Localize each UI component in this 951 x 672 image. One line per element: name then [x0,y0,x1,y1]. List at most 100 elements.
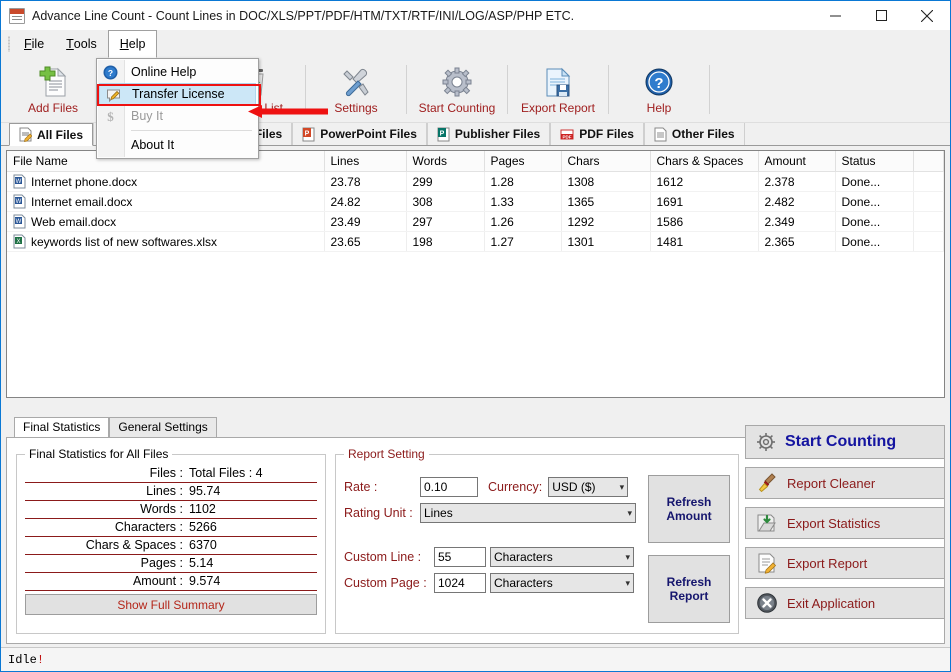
file-tab-powerpoint-files[interactable]: P PowerPoint Files [292,123,427,145]
cell-file-name: W Web email.docx [7,211,325,232]
help-circle-icon: ? [102,64,118,80]
column-header-lines[interactable]: Lines [324,151,407,172]
application-window: Advance Line Count - Count Lines in DOC/… [0,0,951,672]
column-header-chars-spaces[interactable]: Chars & Spaces [650,151,759,172]
cell-pages: 1.26 [484,211,562,232]
chevron-down-icon: ▾ [619,481,625,492]
cell-chars: 1301 [561,231,651,252]
cell-chars: 1292 [561,211,651,232]
file-list[interactable]: File Name Lines Words Pages Chars Chars … [6,150,945,398]
toolbar-help[interactable]: ? Help [611,57,707,122]
help-circle-icon: ? [642,65,676,99]
cell-lines: 23.78 [324,171,407,192]
stat-value-lines: 95.74 [189,484,221,498]
custom-line-unit-select[interactable]: Characters ▾ [490,547,634,567]
toolbar-help-label: Help [646,100,672,115]
custom-page-row: Custom Page : 1024 Characters ▾ [344,573,648,593]
toolbar-start-counting[interactable]: Start Counting [409,57,505,122]
file-tab-other-files[interactable]: Other Files [643,123,745,145]
close-button[interactable] [904,1,950,30]
toolbar-export-report[interactable]: Export Report [510,57,606,122]
stat-row-lines: Lines : 95.74 [25,483,317,501]
final-statistics-group: Final Statistics for All Files Files : T… [16,447,326,634]
svg-text:W: W [16,179,22,185]
menu-tools-label-rest: ools [73,36,97,51]
stat-label-lines: Lines : [146,484,183,498]
gear-icon [757,433,775,451]
rating-unit-select[interactable]: Lines ▾ [420,503,636,523]
column-header-amount[interactable]: Amount [758,151,836,172]
column-header-chars[interactable]: Chars [561,151,651,172]
file-tab-publisher-files[interactable]: P Publisher Files [426,123,551,145]
cell-pages: 1.33 [484,191,562,212]
stat-label-files: Files : [149,466,183,480]
chevron-down-icon: ▾ [627,507,632,518]
cell-pages: 1.27 [484,231,562,252]
exit-application-button[interactable]: Exit Application [745,587,945,619]
cell-chars-spaces: 1586 [650,211,759,232]
add-file-icon [36,65,70,99]
menu-help[interactable]: Help [107,30,158,58]
column-header-pages[interactable]: Pages [484,151,562,172]
menu-item-online-help[interactable]: ? Online Help [97,61,258,83]
refresh-report-line2: Report [669,589,709,603]
tab-general-settings[interactable]: General Settings [109,417,217,437]
currency-select[interactable]: USD ($) ▾ [548,477,629,497]
tab-final-statistics[interactable]: Final Statistics [14,417,110,437]
toolbar-separator [709,65,710,114]
menu-tools[interactable]: Tools [55,30,108,57]
table-row[interactable]: W Web email.docx 23.49 297 1.26 1292 158… [7,211,944,232]
toolbar-add-files-label: Add Files [27,100,79,115]
file-tab-pdf-files[interactable]: PDF PDF Files [550,123,644,145]
custom-page-label: Custom Page : [344,576,427,590]
column-header-status[interactable]: Status [835,151,914,172]
refresh-amount-button[interactable]: Refresh Amount [648,475,730,543]
toolbar-separator [507,65,508,114]
export-report-button[interactable]: Export Report [745,547,945,579]
cell-file-name: W Internet phone.docx [7,171,325,192]
tools-icon [339,65,373,99]
stat-value-words: 1102 [189,502,216,516]
word-doc-icon: W [13,194,26,209]
menu-file[interactable]: File [13,30,55,57]
svg-text:?: ? [107,68,112,78]
start-counting-button[interactable]: Start Counting [745,425,945,459]
chevron-down-icon: ▾ [625,577,630,588]
menu-file-label-rest: ile [31,36,45,51]
custom-page-input[interactable]: 1024 [434,573,486,593]
table-row[interactable]: X keywords list of new softwares.xlsx 23… [7,231,944,252]
export-statistics-button[interactable]: Export Statistics [745,507,945,539]
rate-row: Rate : 0.10 Currency: USD ($) ▾ [344,477,648,497]
cell-file-name: X keywords list of new softwares.xlsx [7,231,325,252]
rate-label: Rate : [344,480,378,494]
report-cleaner-button[interactable]: Report Cleaner [745,467,945,499]
stat-row-amount: Amount : 9.574 [25,573,317,591]
svg-text:P: P [440,130,445,137]
rate-input[interactable]: 0.10 [420,477,478,497]
maximize-button[interactable] [858,1,904,30]
svg-text:X: X [16,239,20,245]
menu-item-about-it[interactable]: About It [97,134,258,156]
toolbar-add-files[interactable]: Add Files [5,57,101,122]
stat-value-files: Total Files : 4 [189,466,263,480]
file-tab-all-files[interactable]: All Files [9,123,94,146]
chevron-down-icon: ▾ [625,551,630,562]
file-table: File Name Lines Words Pages Chars Chars … [7,151,944,252]
minimize-button[interactable] [812,1,858,30]
file-name-text: keywords list of new softwares.xlsx [31,234,218,249]
stat-label-characters: Characters : [114,520,183,534]
cell-amount: 2.365 [758,231,836,252]
custom-line-input[interactable]: 55 [434,547,486,567]
column-header-words[interactable]: Words [406,151,485,172]
annotation-arrow [248,105,328,118]
refresh-report-button[interactable]: Refresh Report [648,555,730,623]
custom-page-unit-select[interactable]: Characters ▾ [490,573,634,593]
menu-item-transfer-license[interactable]: Transfer License [99,83,256,105]
table-row[interactable]: W Internet phone.docx 23.78 299 1.28 130… [7,171,944,192]
other-files-icon [654,127,667,141]
custom-page-unit-value: Characters [494,576,553,590]
show-full-summary-button[interactable]: Show Full Summary [25,594,317,615]
exit-icon [757,593,777,613]
report-cleaner-button-label: Report Cleaner [787,475,876,491]
table-row[interactable]: W Internet email.docx 24.82 308 1.33 136… [7,191,944,212]
